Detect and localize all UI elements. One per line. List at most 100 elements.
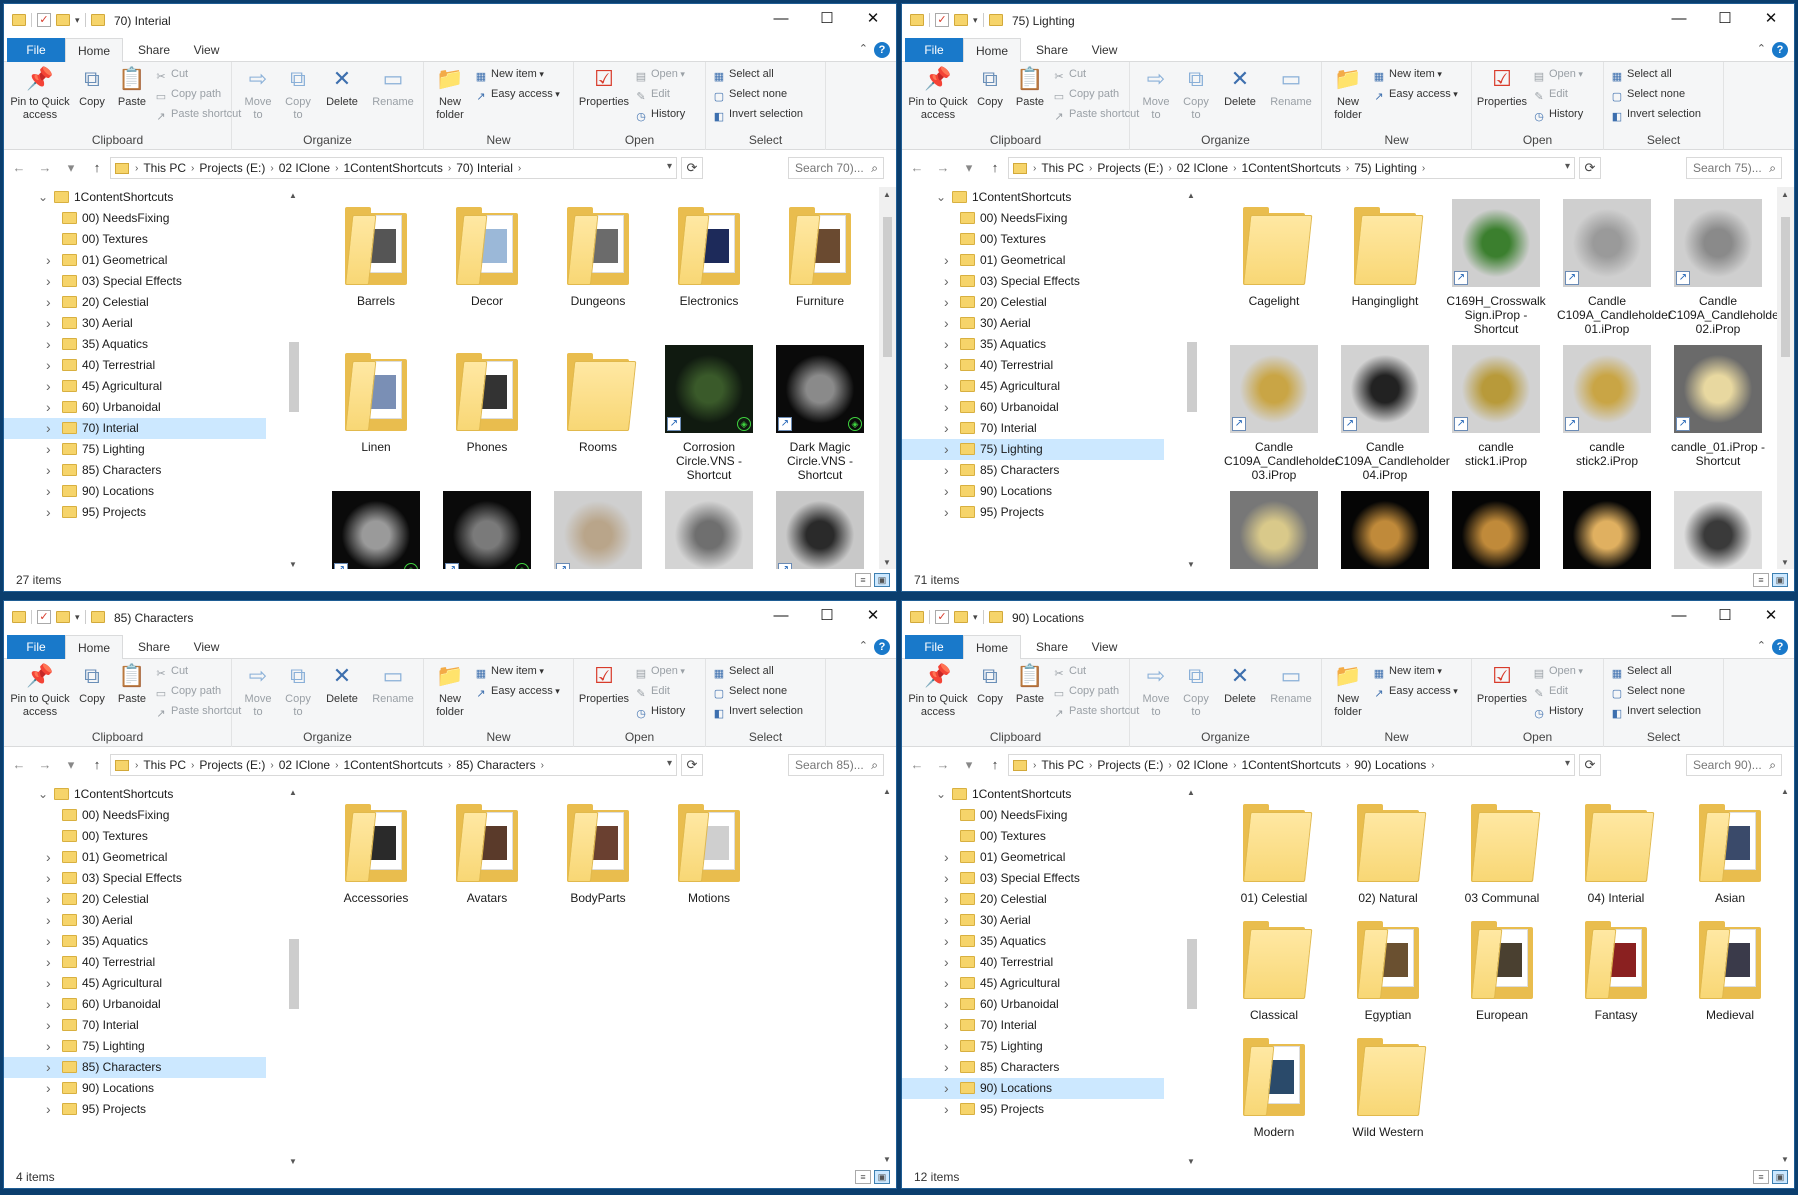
breadcrumb-current[interactable]: 90) Locations (1354, 758, 1426, 772)
new-folder-icon[interactable] (56, 611, 70, 623)
navigation-pane-scrollbar[interactable]: ▲ ▼ (287, 784, 301, 1166)
edit-button[interactable]: ✎ Edit (634, 681, 670, 701)
chevron-right-icon[interactable]: › (46, 1015, 51, 1036)
copy-button[interactable]: ⧉ Copy (74, 65, 110, 109)
breadcrumb-item[interactable]: 02 IClone (279, 161, 330, 175)
refresh-button[interactable]: ⟳ (681, 754, 703, 776)
tree-item[interactable]: › 75) Lighting (902, 1036, 1164, 1057)
tree-item[interactable]: › 01) Geometrical (902, 250, 1164, 271)
tree-item[interactable]: › 90) Locations (902, 1078, 1164, 1099)
select-all-button[interactable]: ▦ Select all (712, 661, 774, 681)
tree-item[interactable]: › 03) Special Effects (902, 868, 1164, 889)
tree-item[interactable]: 00) NeedsFixing (4, 208, 266, 229)
select-none-button[interactable]: ▢ Select none (1610, 681, 1685, 701)
large-icons-view-icon[interactable]: ▣ (1772, 1170, 1788, 1184)
folder-item[interactable]: Egyptian (1338, 909, 1438, 1022)
help-icon[interactable]: ? (1772, 42, 1788, 58)
recent-locations-button[interactable]: ▾ (962, 757, 976, 773)
copy-path-button[interactable]: ▭ Copy path (1052, 84, 1119, 104)
folder-item[interactable]: Medieval (1680, 909, 1777, 1022)
scrollbar-thumb[interactable] (883, 217, 892, 357)
tree-item[interactable]: › 45) Agricultural (902, 973, 1164, 994)
folder-item[interactable]: Wild Western (1338, 1026, 1438, 1139)
chevron-down-icon[interactable]: ▾ (1565, 161, 1570, 172)
tree-item[interactable]: › 95) Projects (4, 502, 266, 523)
select-none-button[interactable]: ▢ Select none (1610, 84, 1685, 104)
open-button[interactable]: ▤ Open ▾ (1532, 64, 1583, 84)
scrollbar-thumb[interactable] (1187, 342, 1197, 412)
back-button[interactable]: ← (910, 757, 924, 773)
folder-item[interactable]: Modern (1224, 1026, 1324, 1139)
file-item[interactable]: loot_can_1.iProp (659, 487, 759, 569)
chevron-right-icon[interactable]: › (46, 1057, 51, 1078)
breadcrumb-current[interactable]: 85) Characters (456, 758, 535, 772)
file-item[interactable] (1224, 487, 1324, 569)
file-list-scrollbar[interactable]: ▲ ▼ (879, 784, 896, 1166)
file-item[interactable] (1668, 487, 1768, 569)
breadcrumb-item[interactable]: Projects (E:) (1097, 758, 1163, 772)
tree-item[interactable]: 00) Textures (4, 826, 266, 847)
file-item[interactable]: ↗ candle stick1.iProp (1446, 341, 1546, 468)
chevron-right-icon[interactable]: › (944, 1015, 949, 1036)
invert-selection-button[interactable]: ◧ Invert selection (1610, 104, 1701, 124)
breadcrumb-item[interactable]: Projects (E:) (199, 758, 265, 772)
chevron-right-icon[interactable]: › (944, 1078, 949, 1099)
close-button[interactable]: ✕ (1748, 4, 1794, 34)
up-button[interactable]: ↑ (90, 160, 104, 176)
properties-icon[interactable]: ✓ (37, 610, 51, 624)
tree-item[interactable]: › 90) Locations (902, 481, 1164, 502)
navigation-pane-scrollbar[interactable]: ▲ ▼ (1185, 784, 1199, 1166)
tree-item[interactable]: › 60) Urbanoidal (902, 994, 1164, 1015)
chevron-right-icon[interactable]: › (944, 355, 949, 376)
easy-access-button[interactable]: ↗ Easy access ▾ (474, 681, 559, 701)
tree-item[interactable]: › 30) Aerial (4, 910, 266, 931)
recent-locations-button[interactable]: ▾ (962, 160, 976, 176)
tree-item[interactable]: › 75) Lighting (902, 439, 1164, 460)
paste-shortcut-button[interactable]: ↗ Paste shortcut (1052, 701, 1139, 721)
chevron-right-icon[interactable]: › (944, 502, 949, 523)
chevron-right-icon[interactable]: › (944, 481, 949, 502)
tree-item[interactable]: ⌄ 1ContentShortcuts (4, 784, 266, 805)
folder-item[interactable]: Dungeons (548, 195, 648, 308)
chevron-right-icon[interactable]: › (46, 1036, 51, 1057)
refresh-button[interactable]: ⟳ (1579, 157, 1601, 179)
maximize-button[interactable]: ☐ (804, 601, 850, 631)
chevron-right-icon[interactable]: › (944, 889, 949, 910)
back-button[interactable]: ← (12, 160, 26, 176)
breadcrumb-item[interactable]: 02 IClone (279, 758, 330, 772)
tree-item[interactable]: › 20) Celestial (4, 889, 266, 910)
file-item[interactable]: ↗ ◈ Dark Magic Circle.VNS - Shortcut (770, 341, 870, 482)
folder-item[interactable]: Furniture (770, 195, 870, 308)
breadcrumb-item[interactable]: This PC (143, 161, 186, 175)
chevron-right-icon[interactable]: › (46, 271, 51, 292)
back-button[interactable]: ← (910, 160, 924, 176)
chevron-right-icon[interactable]: › (944, 910, 949, 931)
file-item[interactable] (1557, 487, 1657, 569)
scroll-up-icon[interactable]: ▲ (883, 787, 891, 796)
delete-button[interactable]: ✕ Delete (320, 662, 364, 706)
tab-view[interactable]: View (184, 38, 229, 62)
pin-to-quick-access-button[interactable]: 📌 Pin to Quick access (10, 662, 70, 719)
properties-icon[interactable]: ✓ (37, 13, 51, 27)
open-button[interactable]: ▤ Open ▾ (634, 64, 685, 84)
chevron-right-icon[interactable]: › (46, 334, 51, 355)
cut-button[interactable]: ✂ Cut (154, 661, 188, 681)
tree-item[interactable]: › 70) Interial (4, 1015, 266, 1036)
folder-item[interactable]: Classical (1224, 909, 1324, 1022)
rename-button[interactable]: ▭ Rename (368, 65, 418, 109)
scroll-down-icon[interactable]: ▼ (289, 560, 297, 569)
cut-button[interactable]: ✂ Cut (1052, 661, 1086, 681)
tree-item[interactable]: › 01) Geometrical (4, 250, 266, 271)
paste-shortcut-button[interactable]: ↗ Paste shortcut (1052, 104, 1139, 124)
folder-item[interactable]: Barrels (326, 195, 426, 308)
scroll-up-icon[interactable]: ▲ (1781, 190, 1789, 199)
search-input[interactable]: Search 90)... ⌕ (1686, 754, 1782, 776)
chevron-right-icon[interactable]: › (944, 931, 949, 952)
tree-item[interactable]: › 95) Projects (902, 502, 1164, 523)
expanded-chevron-icon[interactable]: ⌄ (936, 784, 946, 805)
edit-button[interactable]: ✎ Edit (634, 84, 670, 104)
file-item[interactable]: ↗ ◈ Corrosion Circle.VNS - Shortcut (659, 341, 759, 482)
tab-share[interactable]: Share (129, 38, 179, 62)
paste-button[interactable]: 📋 Paste (114, 65, 150, 109)
tree-item[interactable]: › 45) Agricultural (902, 376, 1164, 397)
